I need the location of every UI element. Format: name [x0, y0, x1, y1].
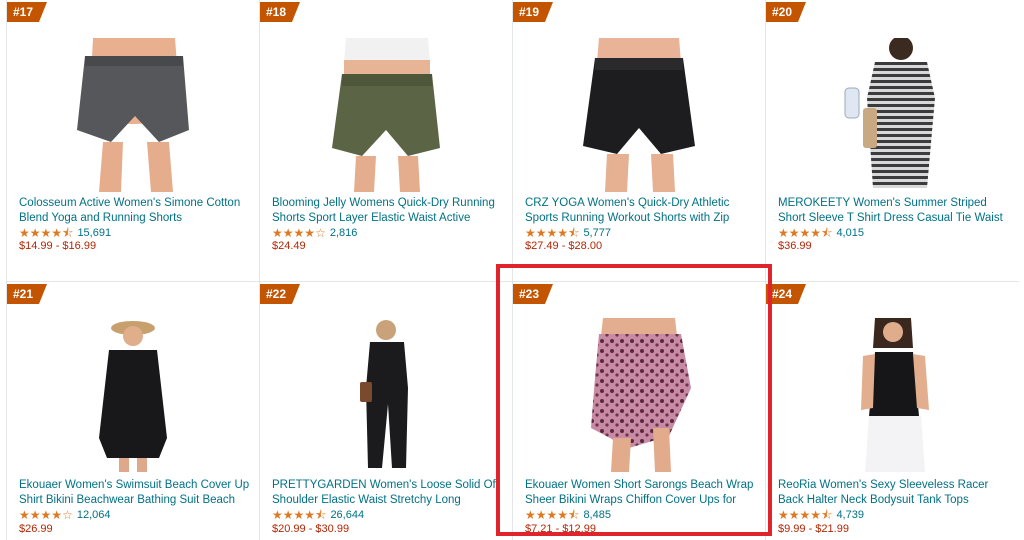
rank-badge: #22	[260, 284, 300, 304]
product-image[interactable]	[7, 318, 259, 472]
product-rating[interactable]: ★ ★ ★ ★ ⯪ 4,015	[778, 226, 864, 240]
product-title[interactable]: Colosseum Active Women's Simone Cotton B…	[19, 196, 251, 226]
star-rating-icon: ★ ★ ★ ★ ☆	[272, 226, 326, 240]
star-rating-icon: ★ ★ ★ ★ ☆	[19, 508, 73, 522]
product-image[interactable]	[766, 318, 1019, 472]
review-count[interactable]: 8,485	[583, 509, 611, 521]
black-shorts-image	[583, 38, 695, 192]
product-image[interactable]	[766, 38, 1019, 192]
product-card[interactable]: #17 Colosseum Active Women's Simone Cott…	[7, 0, 260, 282]
product-price: $7.21 - $12.99	[525, 523, 596, 535]
product-price: $26.99	[19, 523, 53, 535]
product-title[interactable]: MEROKEETY Women's Summer Striped Short S…	[778, 196, 1010, 226]
review-count[interactable]: 2,816	[330, 227, 358, 239]
review-count[interactable]: 26,644	[330, 509, 364, 521]
product-title[interactable]: Ekouaer Women's Swimsuit Beach Cover Up …	[19, 478, 251, 508]
product-title[interactable]: Blooming Jelly Womens Quick-Dry Running …	[272, 196, 504, 226]
product-title[interactable]: PRETTYGARDEN Women's Loose Solid Off Sho…	[272, 478, 504, 508]
black-coverup-image	[99, 321, 167, 472]
product-title[interactable]: Ekouaer Women Short Sarongs Beach Wrap S…	[525, 478, 757, 508]
rank-badge: #21	[7, 284, 47, 304]
product-card[interactable]: #22 PRETTYGARDEN Women's Loose Solid Off…	[260, 282, 513, 540]
star-rating-icon: ★ ★ ★ ★ ⯪	[525, 226, 580, 240]
product-price: $24.49	[272, 240, 306, 252]
review-count[interactable]: 4,015	[836, 227, 864, 239]
product-rating[interactable]: ★ ★ ★ ★ ⯪ 15,691	[19, 226, 111, 240]
star-rating-icon: ★ ★ ★ ★ ⯪	[19, 226, 74, 240]
olive-shorts-image	[332, 38, 440, 192]
product-rating[interactable]: ★ ★ ★ ★ ☆ 2,816	[272, 226, 357, 240]
review-count[interactable]: 12,064	[77, 509, 111, 521]
product-card[interactable]: #21 Ekouaer Women's Swimsuit Beach Cover…	[7, 282, 260, 540]
striped-dress-image	[844, 38, 935, 188]
review-count[interactable]: 15,691	[77, 227, 111, 239]
rank-badge: #20	[766, 2, 806, 22]
star-rating-icon: ★ ★ ★ ★ ⯪	[272, 508, 327, 522]
product-image[interactable]	[7, 38, 259, 192]
review-count[interactable]: 4,739	[836, 509, 864, 521]
star-rating-icon: ★ ★ ★ ★ ⯪	[525, 508, 580, 522]
rank-badge: #17	[7, 2, 47, 22]
product-card[interactable]: #24 ReoRia Women's Sexy Sleeveless Racer…	[766, 282, 1019, 540]
black-bodysuit-image	[860, 318, 929, 472]
review-count[interactable]: 5,777	[583, 227, 611, 239]
product-card[interactable]: #18 Blooming Jelly Womens Quick-Dry Runn…	[260, 0, 513, 282]
gray-shorts-image	[77, 38, 189, 192]
product-title[interactable]: CRZ YOGA Women's Quick-Dry Athletic Spor…	[525, 196, 757, 226]
product-rating[interactable]: ★ ★ ★ ★ ⯪ 4,739	[778, 508, 864, 522]
product-price: $36.99	[778, 240, 812, 252]
black-romper-image	[360, 320, 408, 468]
product-card[interactable]: #19 CRZ YOGA Women's Quick-Dry Athletic …	[513, 0, 766, 282]
product-price: $14.99 - $16.99	[19, 240, 97, 252]
product-rating[interactable]: ★ ★ ★ ★ ⯪ 8,485	[525, 508, 611, 522]
product-rating[interactable]: ★ ★ ★ ★ ☆ 12,064	[19, 508, 110, 522]
rank-badge: #24	[766, 284, 806, 304]
product-rating[interactable]: ★ ★ ★ ★ ⯪ 26,644	[272, 508, 364, 522]
product-image[interactable]	[260, 318, 512, 472]
product-rating[interactable]: ★ ★ ★ ★ ⯪ 5,777	[525, 226, 611, 240]
product-card[interactable]: #20 MEROKEETY Women's Summer Striped Sho…	[766, 0, 1019, 282]
star-rating-icon: ★ ★ ★ ★ ⯪	[778, 226, 833, 240]
product-price: $9.99 - $21.99	[778, 523, 849, 535]
product-image[interactable]	[513, 38, 765, 192]
product-image[interactable]	[260, 38, 512, 192]
product-grid: #17 Colosseum Active Women's Simone Cott…	[6, 0, 1019, 540]
rank-badge: #18	[260, 2, 300, 22]
product-card[interactable]: #23 Ekouaer Women Short Sarongs Beach Wr…	[513, 282, 766, 540]
product-image[interactable]	[513, 318, 765, 472]
product-title[interactable]: ReoRia Women's Sexy Sleeveless Racer Bac…	[778, 478, 1010, 508]
product-price: $27.49 - $28.00	[525, 240, 603, 252]
star-rating-icon: ★ ★ ★ ★ ⯪	[778, 508, 833, 522]
product-price: $20.99 - $30.99	[272, 523, 350, 535]
rank-badge: #19	[513, 2, 553, 22]
rank-badge: #23	[513, 284, 553, 304]
leopard-sarong-image	[591, 318, 691, 472]
